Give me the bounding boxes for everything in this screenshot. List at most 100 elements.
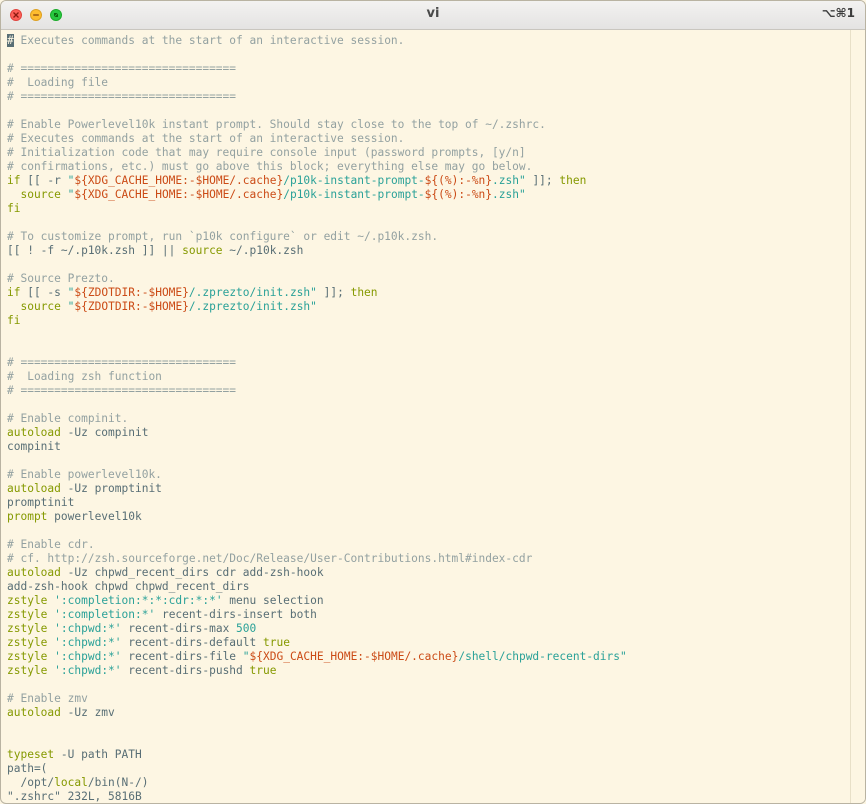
code-token: true: [249, 664, 277, 677]
code-token: ${ZDOTDIR:-$HOME}: [74, 300, 189, 313]
code-token: # confirmations, etc.) must go above thi…: [7, 160, 533, 173]
code-line: path=(: [7, 762, 851, 776]
code-token: autoload: [7, 706, 61, 719]
code-token: # Enable cdr.: [7, 538, 95, 551]
code-token: .zsh": [492, 174, 526, 187]
code-token: zstyle: [7, 594, 48, 607]
code-token: -Uz promptinit: [60, 482, 162, 495]
code-line: if [[ -s "${ZDOTDIR:-$HOME}/.zprezto/ini…: [7, 286, 851, 300]
code-token: source: [20, 300, 61, 313]
code-line: # ================================: [7, 62, 851, 76]
code-token: recent-dirs-file: [121, 650, 243, 663]
editor-buffer[interactable]: # Executes commands at the start of an i…: [1, 30, 851, 803]
code-token: local: [54, 776, 88, 789]
code-token: /p10k-instant-prompt-: [283, 188, 425, 201]
code-token: -Uz zmv: [60, 706, 115, 719]
code-token: source: [182, 244, 223, 257]
code-token: path=(: [7, 762, 48, 775]
code-line: zstyle ':chpwd:*' recent-dirs-max 500: [7, 622, 851, 636]
code-line: # Enable cdr.: [7, 538, 851, 552]
code-token: .zsh": [492, 188, 526, 201]
code-token: ':chpwd:*': [54, 622, 122, 635]
code-line: add-zsh-hook chpwd chpwd_recent_dirs: [7, 580, 851, 594]
code-token: promptinit: [7, 496, 75, 509]
window-title: vi: [426, 6, 440, 21]
code-line: # Enable zmv: [7, 692, 851, 706]
code-line: # Loading file: [7, 76, 851, 90]
code-token: [[ -r: [20, 174, 68, 187]
code-token: ${(%):-%n}: [424, 188, 493, 201]
code-token: /.zprezto/init.zsh": [188, 286, 317, 299]
code-token: # Loading file: [7, 76, 109, 89]
code-line: # ================================: [7, 90, 851, 104]
code-token: autoload: [7, 482, 61, 495]
code-line: # Source Prezto.: [7, 272, 851, 286]
code-token: # ================================: [7, 356, 237, 369]
code-line: prompt powerlevel10k: [7, 510, 851, 524]
scrollbar[interactable]: [850, 30, 865, 803]
code-token: recent-dirs-max: [121, 622, 237, 635]
code-line: # ================================: [7, 384, 851, 398]
code-token: ':chpwd:*': [54, 636, 122, 649]
code-line: promptinit: [7, 496, 851, 510]
code-token: # Initialization code that may require c…: [7, 146, 526, 159]
code-token: # ================================: [7, 62, 237, 75]
code-line: # confirmations, etc.) must go above thi…: [7, 160, 851, 174]
code-token: fi: [7, 202, 21, 215]
code-token: ": [242, 650, 250, 663]
code-token: # cf. http://zsh.sourceforge.net/Doc/Rel…: [7, 552, 533, 565]
code-token: ':completion:*:*:cdr:*:*': [54, 594, 223, 607]
code-token: then: [559, 174, 587, 187]
code-token: zstyle: [7, 650, 48, 663]
code-line: source "${XDG_CACHE_HOME:-$HOME/.cache}/…: [7, 188, 851, 202]
code-line: # ================================: [7, 356, 851, 370]
code-token: # Enable powerlevel10k.: [7, 468, 162, 481]
code-line: compinit: [7, 440, 851, 454]
code-token: zstyle: [7, 622, 48, 635]
code-token: /opt/: [7, 776, 55, 789]
code-token: # To customize prompt, run `p10k configu…: [7, 230, 439, 243]
code-token: ".zshrc" 232L, 5816B: [7, 790, 142, 803]
code-token: -Uz compinit: [60, 426, 149, 439]
code-token: [[ -s: [20, 286, 68, 299]
text-cursor: #: [7, 34, 14, 47]
code-token: /.zprezto/init.zsh": [188, 300, 317, 313]
code-line: # Enable powerlevel10k.: [7, 468, 851, 482]
code-token: compinit: [7, 440, 61, 453]
code-token: # Enable Powerlevel10k instant prompt. S…: [7, 118, 546, 131]
code-line: # Loading zsh function: [7, 370, 851, 384]
code-token: # Loading zsh function: [7, 370, 162, 383]
code-token: ${ZDOTDIR:-$HOME}: [74, 286, 189, 299]
code-token: if: [7, 174, 21, 187]
code-token: ~/.p10k.zsh: [222, 244, 304, 257]
code-token: prompt: [7, 510, 48, 523]
code-token: /p10k-instant-prompt-: [283, 174, 425, 187]
code-line: # cf. http://zsh.sourceforge.net/Doc/Rel…: [7, 552, 851, 566]
code-token: ${(%):-%n}: [424, 174, 493, 187]
code-line: autoload -Uz zmv: [7, 706, 851, 720]
code-token: add-zsh-hook chpwd chpwd_recent_dirs: [7, 580, 250, 593]
code-token: ${XDG_CACHE_HOME:-$HOME/.cache}: [74, 174, 284, 187]
code-token: recent-dirs-default: [121, 636, 263, 649]
code-token: then: [350, 286, 378, 299]
code-token: fi: [7, 314, 21, 327]
code-line: zstyle ':chpwd:*' recent-dirs-pushd true: [7, 664, 851, 678]
code-line: zstyle ':chpwd:*' recent-dirs-default tr…: [7, 636, 851, 650]
code-line: # Executes commands at the start of an i…: [7, 132, 851, 146]
code-token: ${XDG_CACHE_HOME:-$HOME/.cache}: [249, 650, 459, 663]
code-token: autoload: [7, 566, 61, 579]
code-line: # Executes commands at the start of an i…: [7, 34, 851, 48]
code-line: zstyle ':completion:*:*:cdr:*:*' menu se…: [7, 594, 851, 608]
code-line: # Initialization code that may require c…: [7, 146, 851, 160]
scrollbar-thumb[interactable]: [854, 34, 861, 774]
code-token: if: [7, 286, 21, 299]
terminal-window: vi ⌥⌘1 # Executes commands at the start …: [0, 0, 866, 804]
